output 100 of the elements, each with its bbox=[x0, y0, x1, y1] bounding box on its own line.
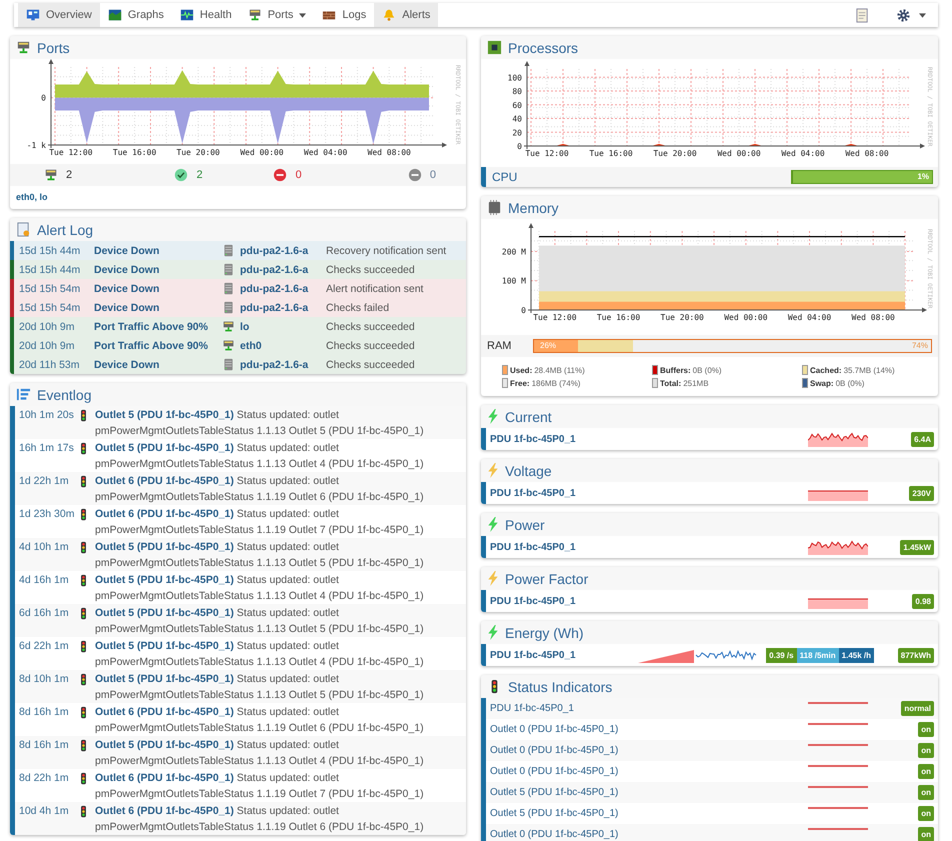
alert-target-link[interactable]: pdu-pa2-1.6-a bbox=[240, 264, 326, 276]
event-message: Outlet 6 (PDU 1f-bc-45P0_1) Status updated: outlet pmPowerMgmtOutletsTableStatus 1.1.19 Outlet 6 (PDU 1f-bc-45P0_1) bbox=[95, 474, 425, 505]
alert-rule-link[interactable]: Device Down bbox=[94, 302, 222, 314]
alert-rule-link[interactable]: Port Traffic Above 90% bbox=[94, 320, 222, 332]
server-icon bbox=[222, 301, 235, 314]
alert-rule-link[interactable]: Port Traffic Above 90% bbox=[94, 340, 222, 352]
event-message: Outlet 5 (PDU 1f-bc-45P0_1) Status updated: outlet pmPowerMgmtOutletsTableStatus 1.1.13 Outlet 5 (PDU 1f-bc-45P0_1) bbox=[95, 540, 425, 571]
sensor-name-link[interactable]: PDU 1f-bc-45P0_1 bbox=[486, 596, 808, 606]
event-time: 8d 16h 1m bbox=[18, 705, 70, 720]
nav-tab[interactable]: Alerts bbox=[374, 3, 438, 27]
nav-tab[interactable]: Health bbox=[172, 3, 240, 27]
alert-target-link[interactable]: eth0 bbox=[240, 340, 326, 352]
status-value-badge: on bbox=[918, 827, 934, 841]
chip-icon bbox=[487, 40, 502, 55]
alert-rule-link[interactable]: Device Down bbox=[94, 244, 222, 256]
notepad-icon bbox=[16, 222, 31, 237]
legend-label: Buffers: bbox=[660, 366, 691, 374]
alert-rule-link[interactable]: Device Down bbox=[94, 282, 222, 294]
sparkline bbox=[808, 744, 868, 746]
status-value-badge: on bbox=[918, 806, 934, 821]
legend-label: Free: bbox=[510, 378, 530, 388]
event-message: Outlet 6 (PDU 1f-bc-45P0_1) Status updated: outlet pmPowerMgmtOutletsTableStatus 1.1.19 Outlet 7 (PDU 1f-bc-45P0_1) bbox=[95, 771, 425, 802]
rate-badge: 1.45k /h bbox=[838, 648, 874, 662]
port-list-link[interactable]: eth0, lo bbox=[10, 186, 466, 209]
alert-time: 15d 15h 54m bbox=[18, 282, 82, 294]
sparkline bbox=[808, 723, 868, 725]
event-time: 1d 23h 30m bbox=[18, 507, 76, 522]
event-time: 4d 16h 1m bbox=[18, 573, 70, 588]
axis-tick-label: Wed 04:00 bbox=[781, 149, 825, 158]
event-message: Outlet 5 (PDU 1f-bc-45P0_1) Status updated: outlet pmPowerMgmtOutletsTableStatus 1.1.13 Outlet 4 (PDU 1f-bc-45P0_1) bbox=[95, 639, 425, 670]
axis-tick-label: 100 M bbox=[502, 276, 526, 286]
panel-title: Processors bbox=[508, 40, 578, 56]
alert-target-link[interactable]: pdu-pa2-1.6-a bbox=[240, 282, 326, 294]
entity-link[interactable]: Outlet 6 (PDU 1f-bc-45P0_1) bbox=[95, 805, 234, 817]
axis-tick-label: Tue 12:00 bbox=[49, 148, 93, 157]
nav-tab[interactable]: Overview bbox=[18, 3, 100, 27]
alert-target-link[interactable]: pdu-pa2-1.6-a bbox=[240, 302, 326, 314]
minus-circle-icon bbox=[273, 168, 288, 182]
status-name-link[interactable]: Outlet 0 (PDU 1f-bc-45P0_1) bbox=[486, 724, 808, 735]
network-icon bbox=[16, 40, 31, 55]
axis-tick-label: Wed 04:00 bbox=[788, 313, 832, 322]
nav-tab[interactable]: Graphs bbox=[100, 3, 172, 27]
event-message: Outlet 5 (PDU 1f-bc-45P0_1) Status updated: outlet pmPowerMgmtOutletsTableStatus 1.1.13 Outlet 4 (PDU 1f-bc-45P0_1) bbox=[95, 441, 425, 472]
axis-tick-label: Wed 08:00 bbox=[845, 149, 889, 158]
memory-chip-icon bbox=[487, 200, 502, 215]
entity-link[interactable]: Outlet 5 (PDU 1f-bc-45P0_1) bbox=[95, 409, 234, 421]
caret-icon bbox=[919, 12, 926, 18]
axis-tick-label: 200 M bbox=[502, 248, 526, 256]
sensor-name-link[interactable]: PDU 1f-bc-45P0_1 bbox=[486, 542, 808, 552]
minus-circle-icon bbox=[408, 168, 422, 182]
entity-link[interactable]: Outlet 5 (PDU 1f-bc-45P0_1) bbox=[95, 442, 234, 454]
network-icon bbox=[222, 320, 235, 333]
status-value-badge: on bbox=[918, 764, 934, 779]
status-name-link[interactable]: Outlet 0 (PDU 1f-bc-45P0_1) bbox=[486, 829, 808, 840]
list-icon bbox=[16, 387, 31, 402]
event-message: Outlet 5 (PDU 1f-bc-45P0_1) Status updated: outlet pmPowerMgmtOutletsTableStatus 1.1.13 Outlet 5 (PDU 1f-bc-45P0_1) bbox=[95, 672, 425, 703]
axis-tick-label: Tue 20:00 bbox=[660, 313, 704, 322]
entity-link[interactable]: Outlet 5 (PDU 1f-bc-45P0_1) bbox=[95, 607, 234, 619]
alert-target-link[interactable]: lo bbox=[240, 320, 326, 332]
alert-message: Alert notification sent bbox=[326, 282, 424, 294]
nav-tab[interactable]: Ports bbox=[240, 3, 314, 27]
alert-message: Checks succeeded bbox=[326, 320, 415, 332]
axis-tick-label: Tue 16:00 bbox=[596, 313, 640, 322]
status-value-badge: on bbox=[918, 785, 934, 800]
alert-rule-link[interactable]: Device Down bbox=[94, 264, 222, 276]
status-name-link[interactable]: Outlet 0 (PDU 1f-bc-45P0_1) bbox=[486, 745, 808, 756]
entity-link[interactable]: Outlet 6 (PDU 1f-bc-45P0_1) bbox=[95, 508, 234, 520]
axis-tick-label: 20 bbox=[512, 128, 522, 138]
legend-label: Swap: bbox=[810, 378, 834, 388]
entity-link[interactable]: Outlet 5 (PDU 1f-bc-45P0_1) bbox=[95, 541, 234, 553]
entity-link[interactable]: Outlet 5 (PDU 1f-bc-45P0_1) bbox=[95, 574, 234, 586]
status-name-link[interactable]: Outlet 5 (PDU 1f-bc-45P0_1) bbox=[486, 808, 808, 819]
panel-title: Current bbox=[505, 408, 552, 424]
entity-link[interactable]: Outlet 6 (PDU 1f-bc-45P0_1) bbox=[95, 772, 234, 784]
nav-tab[interactable]: Logs bbox=[314, 3, 374, 27]
legend-value: 251MB bbox=[683, 378, 709, 388]
status-name-link[interactable]: PDU 1f-bc-45P0_1 bbox=[486, 703, 808, 714]
entity-link[interactable]: Outlet 5 (PDU 1f-bc-45P0_1) bbox=[95, 640, 234, 652]
network-icon bbox=[44, 168, 58, 182]
caret-icon bbox=[299, 12, 306, 18]
alert-rule-link[interactable]: Device Down bbox=[94, 358, 222, 370]
legend-value: 35.7MB (14%) bbox=[844, 366, 895, 374]
entity-link[interactable]: Outlet 6 (PDU 1f-bc-45P0_1) bbox=[95, 706, 234, 718]
alert-target-link[interactable]: pdu-pa2-1.6-a bbox=[240, 244, 326, 256]
status-value-badge: on bbox=[918, 743, 934, 758]
entity-link[interactable]: Outlet 5 (PDU 1f-bc-45P0_1) bbox=[95, 673, 234, 685]
settings-icon bbox=[896, 8, 911, 22]
status-name-link[interactable]: Outlet 0 (PDU 1f-bc-45P0_1) bbox=[486, 766, 808, 777]
status-name-link[interactable]: Outlet 5 (PDU 1f-bc-45P0_1) bbox=[486, 787, 808, 798]
entity-link[interactable]: Outlet 6 (PDU 1f-bc-45P0_1) bbox=[95, 475, 234, 487]
sensor-name-link[interactable]: PDU 1f-bc-45P0_1 bbox=[486, 650, 638, 660]
port-count: 2 bbox=[66, 169, 72, 181]
event-time: 16h 1m 17s bbox=[18, 441, 75, 456]
sensor-value-badge: 6.4A bbox=[911, 432, 934, 446]
alert-target-link[interactable]: pdu-pa2-1.6-a bbox=[240, 358, 326, 370]
sensor-name-link[interactable]: PDU 1f-bc-45P0_1 bbox=[486, 488, 808, 498]
entity-link[interactable]: Outlet 5 (PDU 1f-bc-45P0_1) bbox=[95, 739, 234, 751]
axis-tick-label: Wed 04:00 bbox=[304, 148, 348, 157]
sensor-name-link[interactable]: PDU 1f-bc-45P0_1 bbox=[486, 434, 808, 444]
event-time: 6d 22h 1m bbox=[18, 639, 70, 654]
